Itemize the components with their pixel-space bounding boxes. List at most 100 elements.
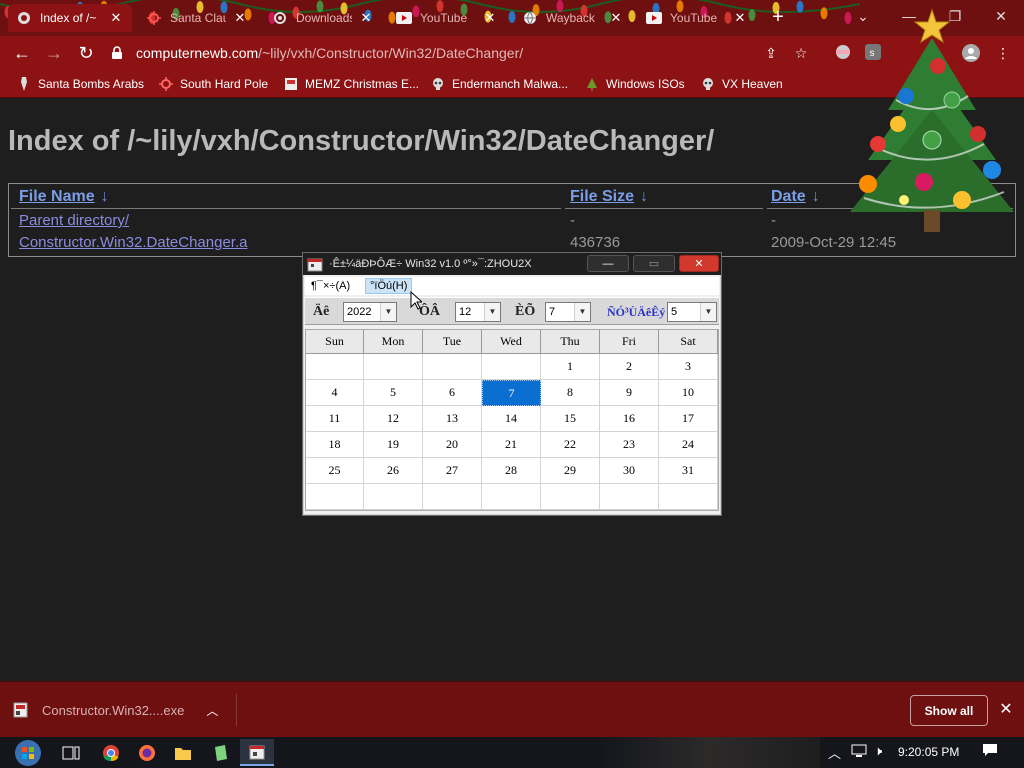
new-tab-button[interactable]: + <box>768 6 788 28</box>
calendar-day-cell[interactable]: 8 <box>541 380 600 406</box>
bookmark-windows-isos[interactable]: Windows ISOs <box>584 75 685 93</box>
calendar-day-cell[interactable]: 10 <box>659 380 718 406</box>
close-icon[interactable]: ✕ <box>732 10 748 26</box>
calendar-day-cell[interactable]: 22 <box>541 432 600 458</box>
tab-downloads[interactable]: Downloads ✕ <box>264 4 382 32</box>
calendar-day-cell[interactable]: 31 <box>659 458 718 484</box>
menu-help[interactable]: °ïÖú(H) <box>365 278 413 294</box>
back-button[interactable]: ← <box>10 42 34 64</box>
reload-button[interactable]: ↻ <box>74 42 98 64</box>
calendar-day-cell[interactable]: 25 <box>306 458 364 484</box>
divider <box>565 208 763 209</box>
bookmark-vx-heaven[interactable]: VX Heaven <box>700 75 783 93</box>
menu-action[interactable]: ¶¯×÷(A) <box>307 278 354 294</box>
tab-youtube-1[interactable]: YouTube ✕ <box>388 4 506 32</box>
file-explorer-taskbar-button[interactable] <box>166 739 200 766</box>
firefox-taskbar-button[interactable] <box>130 739 164 766</box>
chevron-up-icon[interactable]: ︿ <box>828 743 841 762</box>
close-icon[interactable]: ✕ <box>482 10 498 26</box>
calendar-day-cell[interactable]: 28 <box>482 458 541 484</box>
calendar-day-cell[interactable]: 6 <box>423 380 482 406</box>
forward-button[interactable]: → <box>42 42 66 64</box>
tab-index-of[interactable]: Index of /~ ✕ <box>8 4 132 32</box>
bookmark-star-icon[interactable]: ☆ <box>792 44 810 62</box>
close-icon[interactable]: ✕ <box>996 700 1016 720</box>
calendar-day-cell[interactable]: 13 <box>423 406 482 432</box>
page-title: Index of /~lily/vxh/Constructor/Win32/Da… <box>8 125 715 157</box>
calendar-day-cell[interactable]: 17 <box>659 406 718 432</box>
calendar-day-cell[interactable]: 5 <box>364 380 423 406</box>
dialog-menubar: ¶¯×÷(A) °ïÖú(H) <box>305 277 719 295</box>
column-header-file-name[interactable]: File Name ↓ <box>19 188 109 206</box>
chrome-taskbar-button[interactable] <box>94 739 128 766</box>
notepad-taskbar-button[interactable] <box>204 739 238 766</box>
calendar-day-cell[interactable]: 16 <box>600 406 659 432</box>
download-item[interactable]: Constructor.Win32....exe ︿ <box>12 694 218 726</box>
calendar-day-cell[interactable]: 15 <box>541 406 600 432</box>
chevron-down-icon: ▼ <box>574 303 590 321</box>
chevron-up-icon[interactable]: ︿ <box>206 702 218 719</box>
file-link-datechanger[interactable]: Constructor.Win32.DateChanger.a <box>19 234 247 251</box>
start-button[interactable] <box>8 739 48 766</box>
parent-directory-link[interactable]: Parent directory/ <box>19 212 129 229</box>
calendar-day-cell[interactable]: 19 <box>364 432 423 458</box>
calendar-day-cell[interactable]: 11 <box>306 406 364 432</box>
calendar-empty-cell <box>482 484 541 510</box>
datechanger-taskbar-button[interactable] <box>240 739 274 766</box>
dialog-close-button[interactable]: ✕ <box>679 255 719 272</box>
volume-icon[interactable]: 🕨 <box>874 743 882 759</box>
tab-label: Index of /~ <box>40 11 97 25</box>
calendar-day-cell[interactable]: 3 <box>659 354 718 380</box>
share-icon[interactable]: ⇪ <box>762 44 780 62</box>
calendar-empty-cell <box>423 484 482 510</box>
calendar-day-cell[interactable]: 2 <box>600 354 659 380</box>
dialog-maximize-button[interactable]: ▭ <box>633 255 675 272</box>
weekday-header: Tue <box>423 330 482 354</box>
calendar-day-cell[interactable]: 21 <box>482 432 541 458</box>
file-size-cell: - <box>570 212 575 229</box>
column-header-file-size[interactable]: File Size ↓ <box>570 188 648 206</box>
skull-icon <box>700 76 716 92</box>
network-icon[interactable] <box>850 743 868 762</box>
tab-youtube-2[interactable]: YouTube ✕ <box>638 4 756 32</box>
bookmark-memz-christmas[interactable]: MEMZ Christmas E... <box>283 75 419 93</box>
calendar-day-cell[interactable]: 27 <box>423 458 482 484</box>
close-icon[interactable]: ✕ <box>608 10 624 26</box>
close-icon[interactable]: ✕ <box>358 10 374 26</box>
address-bar[interactable]: computernewb.com/~lily/vxh/Constructor/W… <box>110 41 870 65</box>
calendar-empty-cell <box>364 354 423 380</box>
close-icon[interactable]: ✕ <box>108 10 124 26</box>
calendar-day-cell[interactable]: 20 <box>423 432 482 458</box>
calendar-day-cell[interactable]: 7 <box>482 380 541 406</box>
tab-wayback[interactable]: Wayback ✕ <box>514 4 632 32</box>
tab-santa-claus[interactable]: Santa Clau ✕ <box>138 4 256 32</box>
bookmark-endermanch-malware[interactable]: Endermanch Malwa... <box>430 75 568 93</box>
calendar-day-cell[interactable]: 12 <box>364 406 423 432</box>
calendar-day-cell[interactable]: 1 <box>541 354 600 380</box>
calendar-day-cell[interactable]: 18 <box>306 432 364 458</box>
close-icon[interactable]: ✕ <box>232 10 248 26</box>
calendar-day-cell[interactable]: 30 <box>600 458 659 484</box>
taskbar-clock[interactable]: 9:20:05 PM <box>898 745 959 759</box>
bookmark-santa-bombs-arabs[interactable]: Santa Bombs Arabs <box>16 75 144 93</box>
calendar-day-cell[interactable]: 14 <box>482 406 541 432</box>
calendar-day-cell[interactable]: 23 <box>600 432 659 458</box>
calendar-day-cell[interactable]: 24 <box>659 432 718 458</box>
year-offset-select[interactable]: 5 ▼ <box>667 302 717 322</box>
dialog-minimize-button[interactable]: — <box>587 255 629 272</box>
exe-file-icon <box>13 702 28 718</box>
day-select[interactable]: 7 ▼ <box>545 302 591 322</box>
calendar-day-cell[interactable]: 9 <box>600 380 659 406</box>
calendar-day-cell[interactable]: 29 <box>541 458 600 484</box>
bookmark-south-hard-pole[interactable]: South Hard Pole <box>158 75 268 93</box>
task-view-button[interactable] <box>54 739 88 766</box>
column-header-date[interactable]: Date ↓ <box>771 188 820 206</box>
light-bulb <box>820 7 828 20</box>
notification-icon[interactable] <box>982 743 998 760</box>
year-select[interactable]: 2022 ▼ <box>343 302 397 322</box>
datechanger-dialog: ·Ê±¼äÐÞÔÆ÷ Win32 v1.0 º°»¯:ZHOU2X — ▭ ✕ … <box>302 252 722 516</box>
calendar-day-cell[interactable]: 26 <box>364 458 423 484</box>
show-all-button[interactable]: Show all <box>910 695 988 726</box>
month-select[interactable]: 12 ▼ <box>455 302 501 322</box>
calendar-day-cell[interactable]: 4 <box>306 380 364 406</box>
